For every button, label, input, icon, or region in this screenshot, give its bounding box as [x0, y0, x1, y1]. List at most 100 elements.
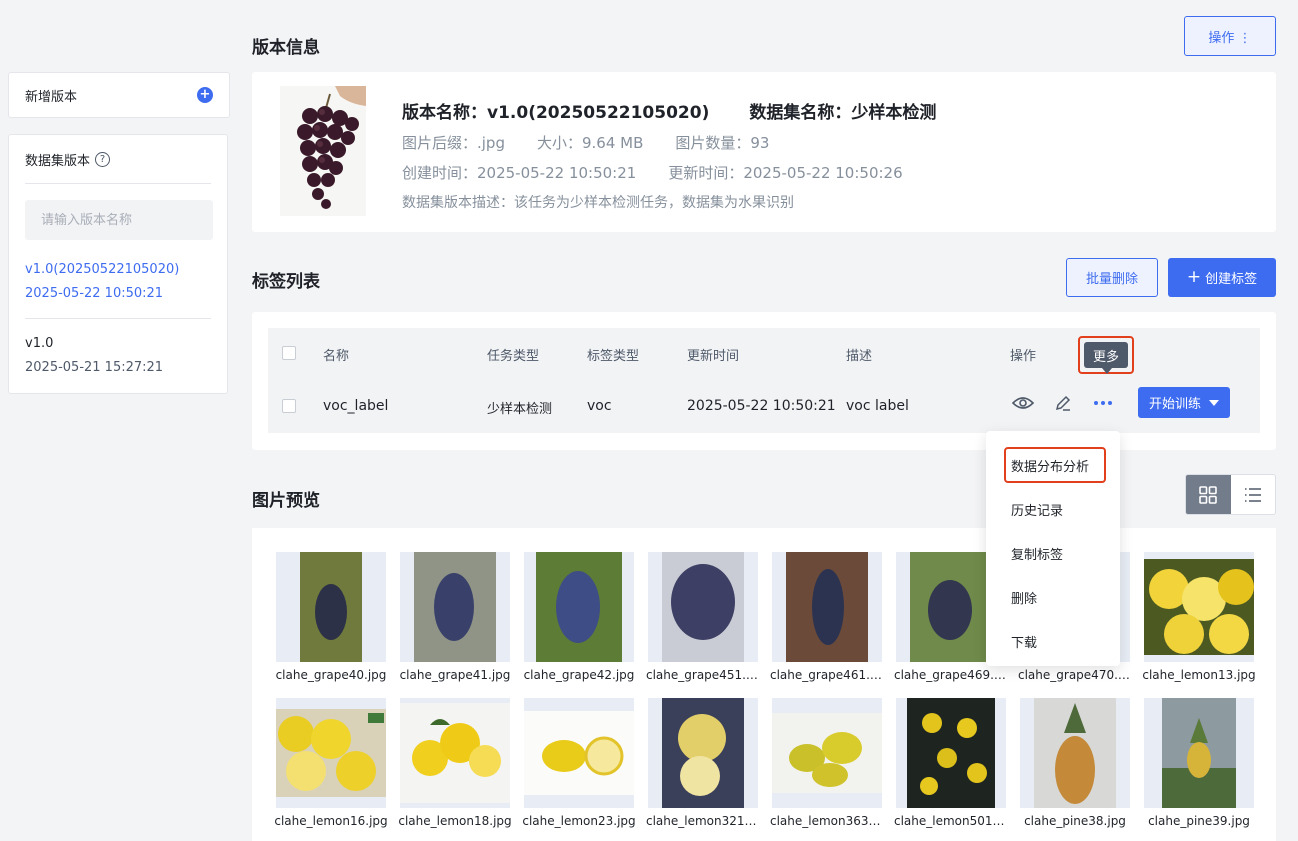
image-tile[interactable]: clahe_lemon501.… [894, 698, 1008, 828]
lemon-image [772, 698, 882, 808]
menu-copy-label[interactable]: 复制标签 [1011, 544, 1063, 563]
version-name: v1.0(20250522105020) [25, 262, 180, 277]
image-tile[interactable]: clahe_lemon18.jpg [398, 698, 512, 828]
more-tooltip: 更多 [1084, 342, 1128, 374]
start-training-text: 开始训练 [1148, 397, 1201, 412]
col-desc: 描述 [846, 349, 873, 364]
add-circle-icon: + [197, 87, 213, 103]
version-item[interactable]: v1.0(20250522105020) 2025-05-22 10:50:21 [25, 254, 211, 319]
image-tile[interactable]: clahe_lemon16.jpg [274, 698, 388, 828]
label-desc: voc label [846, 398, 909, 414]
edit-pencil-icon[interactable] [1052, 392, 1074, 414]
version-title-line: 版本名称：v1.0(20250522105020) 数据集名称：少样本检测 [402, 98, 936, 123]
versions-header: 数据集版本 ? [25, 135, 211, 184]
menu-data-distribution[interactable]: 数据分布分析 [1011, 456, 1089, 475]
caret-down-icon [1209, 399, 1219, 406]
plus-icon: + [1186, 267, 1202, 287]
image-preview-title: 图片预览 [252, 491, 320, 511]
image-tile[interactable]: clahe_pine39.jpg [1144, 698, 1254, 828]
image-filename: clahe_pine38.jpg [1024, 814, 1126, 828]
create-label-button[interactable]: + 创建标签 [1168, 258, 1276, 297]
created-time: 创建时间：2025-05-22 10:50:21 [402, 164, 637, 182]
image-filename: clahe_lemon18.jpg [398, 814, 512, 828]
versions-title: 数据集版本 [25, 153, 91, 169]
image-filename: clahe_grape42.jpg [523, 668, 635, 682]
new-version-button[interactable]: 新增版本 + [8, 72, 230, 118]
col-task-type: 任务类型 [487, 349, 540, 364]
lemon-image [1144, 552, 1254, 662]
create-label-text: 创建标签 [1205, 272, 1258, 287]
image-gallery: clahe_grape40.jpg clahe_grape41.jpg clah… [252, 528, 1276, 841]
batch-delete-button[interactable]: 批量删除 [1066, 258, 1158, 297]
dataset-size: 大小：9.64 MB [536, 134, 644, 152]
menu-delete[interactable]: 删除 [1011, 588, 1037, 607]
lemon-image [524, 698, 634, 808]
col-label-type: 标签类型 [587, 349, 640, 364]
image-filename: clahe_grape40.jpg [275, 668, 387, 682]
lemon-image [276, 698, 386, 808]
row-checkbox[interactable] [282, 399, 296, 413]
label-task-type: 少样本检测 [487, 402, 553, 417]
menu-history[interactable]: 历史记录 [1011, 500, 1063, 519]
image-filename: clahe_lemon321.… [646, 814, 760, 828]
select-all-checkbox[interactable] [282, 346, 296, 360]
image-count: 图片数量：93 [675, 134, 770, 152]
label-table-card: 名称 任务类型 标签类型 更新时间 描述 操作 voc_label 少样本检测 … [252, 312, 1276, 450]
grape-image [648, 552, 758, 662]
image-filename: clahe_grape469.jpg [894, 668, 1008, 682]
version-name: v1.0 [25, 336, 54, 351]
label-type: voc [587, 398, 612, 414]
version-description: 数据集版本描述：该任务为少样本检测任务，数据集为水果识别 [402, 195, 794, 211]
image-tile[interactable]: clahe_grape461.jpg [770, 552, 884, 682]
operation-button[interactable]: 操作 ⋮ [1184, 16, 1276, 56]
version-time: 2025-05-21 15:27:21 [25, 360, 164, 375]
more-tooltip-highlight: 更多 [1078, 336, 1134, 374]
version-time: 2025-05-22 10:50:21 [25, 286, 164, 301]
image-filename: clahe_grape41.jpg [399, 668, 511, 682]
more-dots-icon[interactable] [1092, 392, 1114, 414]
version-item[interactable]: v1.0 2025-05-21 15:27:21 [25, 319, 211, 392]
view-eye-icon[interactable] [1012, 392, 1034, 414]
version-list-panel: 数据集版本 ? v1.0(20250522105020) 2025-05-22 … [8, 134, 228, 394]
image-tile[interactable]: clahe_pine38.jpg [1020, 698, 1130, 828]
image-filename: clahe_grape470.jpg [1018, 668, 1132, 682]
image-tile[interactable]: clahe_lemon363.… [770, 698, 884, 828]
col-updated: 更新时间 [687, 349, 740, 364]
image-tile[interactable]: clahe_lemon23.jpg [522, 698, 636, 828]
image-tile[interactable]: clahe_grape42.jpg [524, 552, 634, 682]
image-filename: clahe_lemon363.… [770, 814, 884, 828]
version-search-input[interactable] [25, 200, 213, 240]
image-filename: clahe_grape451.jpg [646, 668, 760, 682]
list-view-icon[interactable] [1231, 475, 1276, 514]
label-name: voc_label [323, 398, 389, 414]
label-list-title: 标签列表 [252, 272, 320, 292]
grape-image [772, 552, 882, 662]
image-tile[interactable]: clahe_grape41.jpg [400, 552, 510, 682]
image-filename: clahe_lemon13.jpg [1142, 668, 1256, 682]
image-tile[interactable]: clahe_lemon13.jpg [1142, 552, 1256, 682]
image-filename: clahe_lemon501.… [894, 814, 1008, 828]
row-actions: 开始训练 [1012, 387, 1230, 418]
lemon-image [400, 698, 510, 808]
image-filename: clahe_grape461.jpg [770, 668, 884, 682]
grid-view-icon[interactable] [1186, 475, 1231, 514]
meta-line-2: 创建时间：2025-05-22 10:50:21 更新时间：2025-05-22… [402, 162, 903, 183]
version-name-text: 版本名称：v1.0(20250522105020) [402, 103, 710, 123]
grape-image [276, 552, 386, 662]
image-filename: clahe_lemon23.jpg [522, 814, 636, 828]
version-info-title: 版本信息 [252, 38, 320, 58]
meta-line-1: 图片后缀：.jpg 大小：9.64 MB 图片数量：93 [402, 132, 769, 153]
image-tile[interactable]: clahe_grape40.jpg [276, 552, 386, 682]
start-training-button[interactable]: 开始训练 [1138, 387, 1230, 418]
more-actions-menu: 数据分布分析 历史记录 复制标签 删除 下载 [986, 431, 1120, 666]
label-updated: 2025-05-22 10:50:21 [687, 398, 836, 414]
image-tile[interactable]: clahe_grape451.jpg [646, 552, 760, 682]
version-info-card: 版本名称：v1.0(20250522105020) 数据集名称：少样本检测 图片… [252, 72, 1276, 232]
image-tile[interactable]: clahe_lemon321.… [646, 698, 760, 828]
lemon-image [896, 698, 1006, 808]
view-mode-toggle [1185, 474, 1276, 515]
grape-image [524, 552, 634, 662]
menu-download[interactable]: 下载 [1011, 632, 1037, 651]
help-icon[interactable]: ? [95, 151, 111, 167]
image-suffix: 图片后缀：.jpg [402, 134, 505, 152]
